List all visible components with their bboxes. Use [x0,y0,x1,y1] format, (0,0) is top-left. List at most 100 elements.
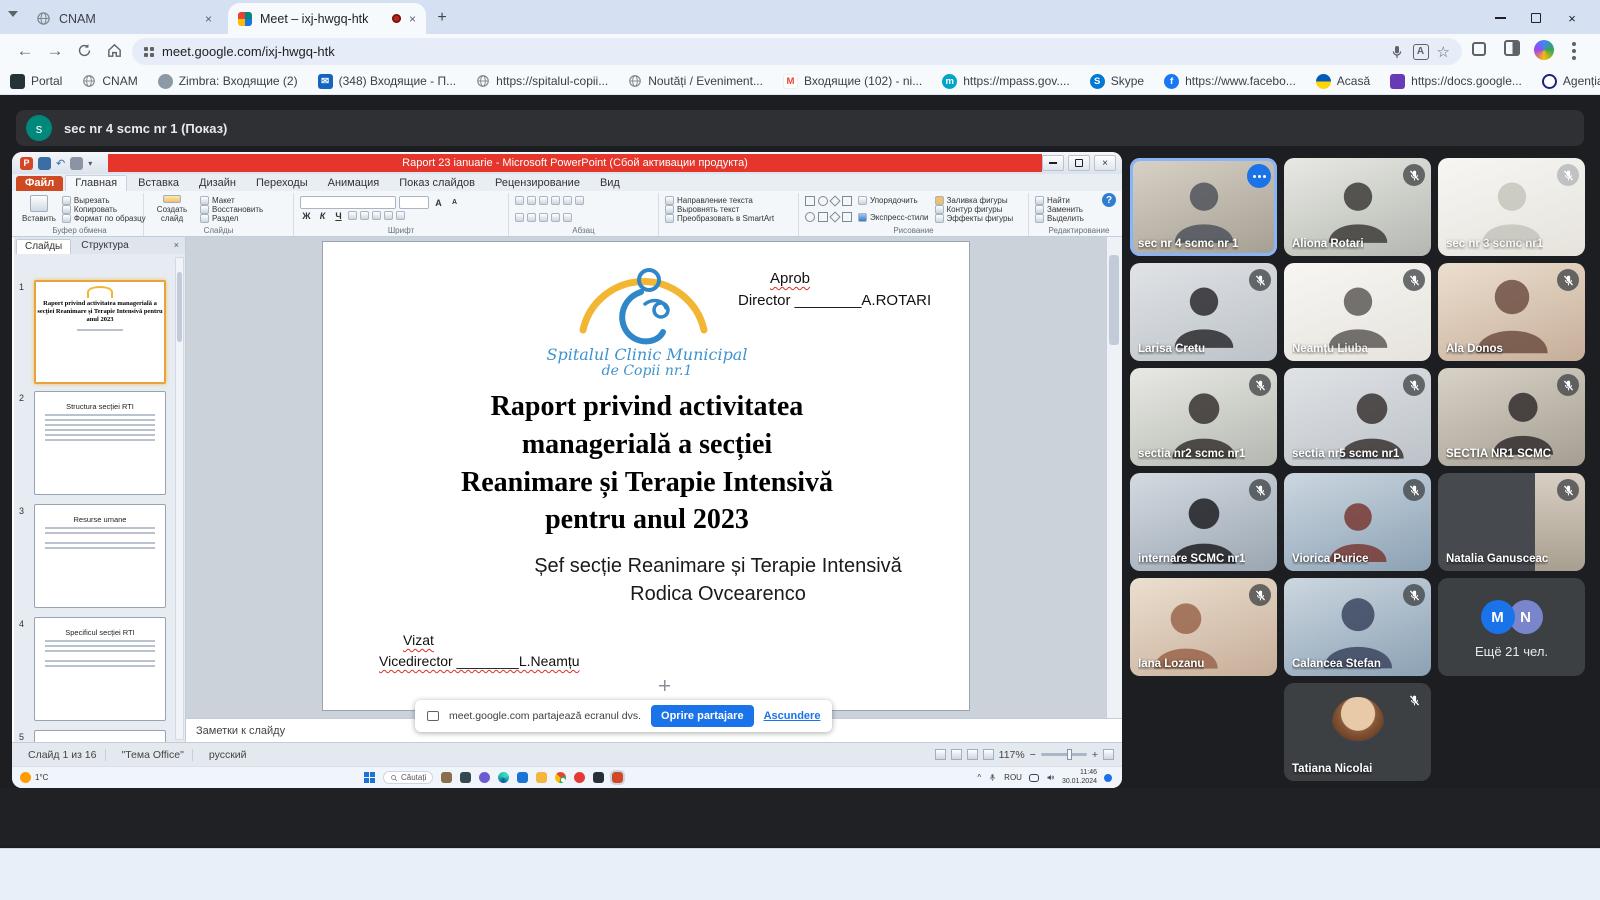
stop-sharing-button[interactable]: Oprire partajare [651,705,754,727]
qat-dropdown-icon[interactable]: ▾ [88,159,92,168]
side-panel-icon[interactable] [1504,40,1520,56]
save-icon[interactable] [38,157,51,170]
ppt-restore-button[interactable] [1068,155,1090,171]
ribbon-tab-animations[interactable]: Анимация [319,176,389,191]
slide-thumbnail-5[interactable]: Dotarea tehnică [34,730,166,742]
undo-icon[interactable]: ↶ [56,157,65,170]
new-slide-button[interactable]: Создать слайд [150,195,194,223]
participant-tile[interactable]: Tatiana Nicolai [1284,683,1431,781]
participant-tile[interactable]: Aliona Rotari [1284,158,1431,256]
underline-button[interactable]: Ч [332,209,345,222]
bookmark-item[interactable]: Acasă [1316,74,1370,89]
taskbar-mail-icon[interactable] [517,772,528,783]
align-text-button[interactable]: Выровнять текст [665,205,774,214]
panel-scrollbar[interactable] [175,257,184,740]
bookmark-item[interactable]: Noutăți / Eveniment... [628,74,763,88]
slide-thumbnail-4[interactable]: Specificul secției RTI [34,617,166,721]
tray-speaker-icon[interactable] [1046,773,1055,782]
ribbon-tab-home[interactable]: Главная [65,175,127,191]
browser-tab-meet[interactable]: Meet – ixj-hwgq-htk × [228,3,426,34]
participant-tile[interactable]: Larisa Cretu [1130,263,1277,361]
view-sorter-icon[interactable] [951,749,962,760]
participant-tile[interactable]: sec nr 4 scmc nr 1 [1130,158,1277,256]
ribbon-tab-view[interactable]: Вид [591,176,629,191]
translate-icon[interactable]: A [1413,44,1429,60]
tray-clock[interactable]: 11:46 30.01.2024 [1062,769,1097,787]
new-tab-button[interactable]: + [432,8,452,28]
start-icon[interactable] [364,772,375,783]
taskbar-powerpoint-icon[interactable] [612,772,623,783]
hide-share-banner-link[interactable]: Ascundere [764,710,821,722]
more-participants-tile[interactable]: M N Ещё 21 чел. [1438,578,1585,676]
cut-button[interactable]: Вырезать [62,196,146,205]
slide-scrollbar[interactable] [1106,237,1122,718]
panel-close-icon[interactable]: × [170,239,183,254]
site-info-icon[interactable] [144,47,154,57]
ppt-minimize-button[interactable] [1042,155,1064,171]
bookmark-star-icon[interactable]: ☆ [1437,43,1450,61]
section-button[interactable]: Раздел [200,214,263,223]
weather-icon[interactable] [20,772,31,783]
taskbar-app-icon[interactable] [460,772,471,783]
address-bar[interactable]: meet.google.com/ixj-hwgq-htk A ☆ [132,38,1462,65]
tray-display-icon[interactable] [1029,774,1039,782]
voice-search-mic-icon[interactable] [1389,44,1405,60]
ppt-close-button[interactable]: × [1094,155,1116,171]
ribbon-tab-slideshow[interactable]: Показ слайдов [390,176,484,191]
slide-thumbnail-2[interactable]: Structura secției RTI [34,391,166,495]
participant-tile[interactable]: Calancea Stefan [1284,578,1431,676]
tray-notification-icon[interactable] [1104,774,1112,782]
window-restore-button[interactable] [1522,8,1550,28]
window-close-button[interactable]: × [1558,8,1586,28]
layout-button[interactable]: Макет [200,196,263,205]
bold-button[interactable]: Ж [300,209,313,222]
shape-outline-button[interactable]: Контур фигуры [935,205,1014,214]
reset-button[interactable]: Восстановить [200,205,263,214]
taskbar-app-icon[interactable] [441,772,452,783]
copy-button[interactable]: Копировать [62,205,146,214]
bookmark-item[interactable]: Portal [10,74,62,89]
zoom-out-icon[interactable]: − [1030,749,1036,761]
text-direction-button[interactable]: Направление текста [665,196,774,205]
italic-button[interactable]: К [316,209,329,222]
shape-fill-button[interactable]: Заливка фигуры [935,196,1014,205]
tray-language[interactable]: ROU [1004,773,1022,782]
select-button[interactable]: Выделить [1035,214,1084,223]
participant-tile[interactable]: Neamțu Liuba [1284,263,1431,361]
participant-tile[interactable]: internare SCMC nr1 [1130,473,1277,571]
slideshow-icon[interactable] [70,157,83,170]
taskbar-app-icon[interactable] [593,772,604,783]
zoom-slider[interactable] [1041,753,1087,756]
ribbon-tab-review[interactable]: Рецензирование [486,176,589,191]
slide-thumbnail-1[interactable]: Raport privind activitatea managerială a… [34,280,166,384]
bookmark-item[interactable]: https://spitalul-copii... [476,74,608,88]
bookmark-item[interactable]: SSkype [1090,74,1144,89]
format-painter-button[interactable]: Формат по образцу [62,214,146,223]
bookmark-item[interactable]: mhttps://mpass.gov.... [942,74,1070,89]
participant-tile[interactable]: sectia nr2 scmc nr1 [1130,368,1277,466]
taskbar-folder-icon[interactable] [536,772,547,783]
help-icon[interactable]: ? [1102,193,1116,207]
participant-tile[interactable]: sec nr 3 scmc nr1 [1438,158,1585,256]
bookmark-item[interactable]: MВходящие (102) - ni... [783,74,922,89]
font-name-combo[interactable] [300,196,396,209]
replace-button[interactable]: Заменить [1035,205,1084,214]
taskbar-edge-icon[interactable] [498,772,509,783]
participant-tile[interactable]: Iana Lozanu [1130,578,1277,676]
browser-menu-icon[interactable] [1572,42,1576,60]
bookmark-item[interactable]: https://docs.google... [1390,74,1522,89]
participant-tile[interactable]: Ala Donos [1438,263,1585,361]
window-minimize-button[interactable] [1486,8,1514,28]
bookmark-item[interactable]: CNAM [82,74,137,88]
bookmark-item[interactable]: Agenția Națională p... [1542,74,1600,89]
shape-effects-button[interactable]: Эффекты фигуры [935,214,1014,223]
bookmark-item[interactable]: Zimbra: Входящие (2) [158,74,298,89]
bookmark-item[interactable]: fhttps://www.facebo... [1164,74,1296,89]
fit-to-window-icon[interactable] [1103,749,1114,760]
slide-page[interactable]: Spitalul Clinic Municipal de Copii nr.1 … [322,241,970,711]
ribbon-tab-design[interactable]: Дизайн [190,176,245,191]
find-button[interactable]: Найти [1035,196,1084,205]
participant-tile[interactable]: Natalia Ganusceac [1438,473,1585,571]
taskbar-app-icon[interactable] [574,772,585,783]
tab-search-icon[interactable] [8,11,18,17]
